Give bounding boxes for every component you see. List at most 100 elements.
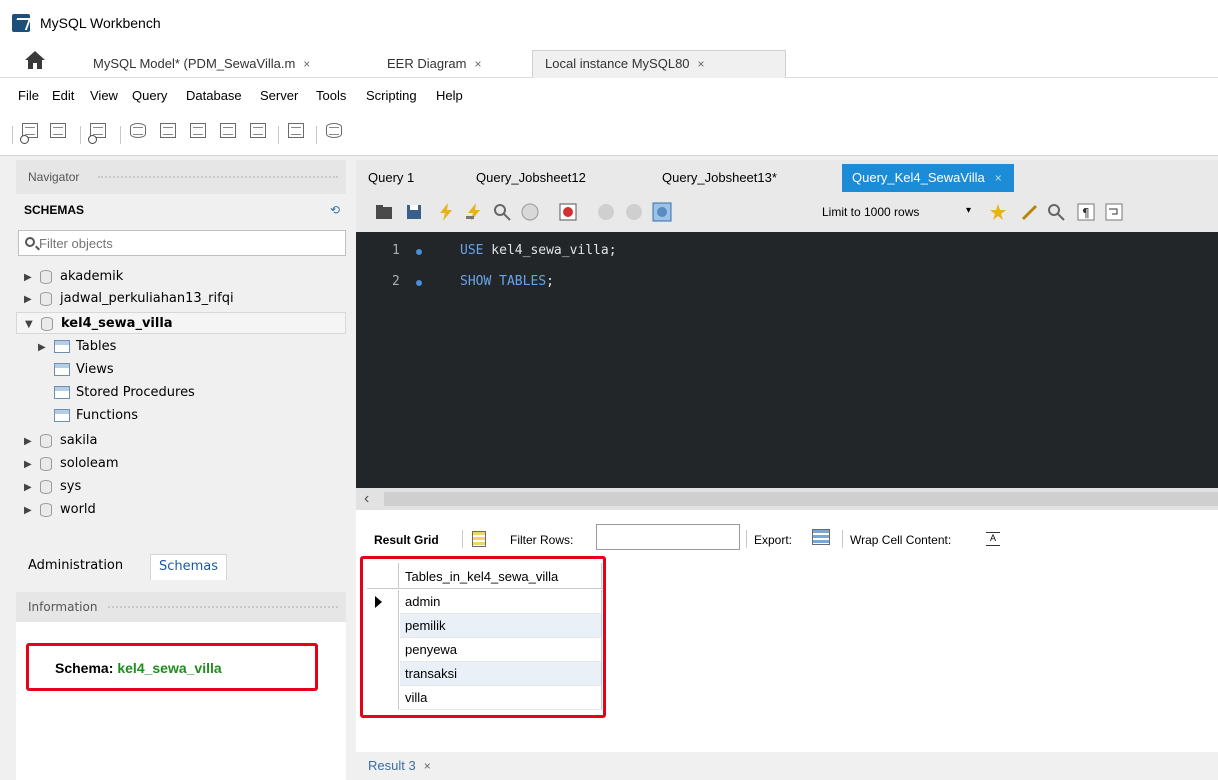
schema-akademik[interactable]: ▶ akademik <box>16 266 346 288</box>
editor-horizontal-scrollbar[interactable]: ‹ <box>356 488 1218 510</box>
schema-sakila[interactable]: ▶ sakila <box>16 430 346 452</box>
tab-query-1[interactable]: Query 1 <box>368 166 414 192</box>
schema-kel4-sewa-villa[interactable]: ▼ kel4_sewa_villa <box>16 312 346 334</box>
tab-query-kel4-sewavilla[interactable]: Query_Kel4_SewaVilla × <box>842 164 1014 192</box>
beautify-icon[interactable] <box>1020 202 1040 222</box>
schema-sololeam[interactable]: ▶ sololeam <box>16 453 346 475</box>
table-cell[interactable]: transaksi <box>400 662 602 686</box>
open-folder-icon[interactable] <box>374 202 394 222</box>
new-sql-tab-icon[interactable] <box>20 121 42 145</box>
save-icon[interactable] <box>404 202 424 222</box>
menu-edit[interactable]: Edit <box>52 88 74 103</box>
expand-arrow-icon[interactable]: ▶ <box>24 272 32 283</box>
table-cell[interactable]: pemilik <box>400 614 602 638</box>
menu-server[interactable]: Server <box>260 88 298 103</box>
close-icon[interactable]: × <box>698 57 705 71</box>
row-selector[interactable] <box>367 662 399 686</box>
expand-arrow-icon[interactable]: ▶ <box>24 482 32 493</box>
rollback-icon[interactable] <box>624 202 644 222</box>
close-icon[interactable]: × <box>474 57 481 71</box>
filter-rows-input[interactable] <box>596 524 740 550</box>
row-selector[interactable] <box>367 638 399 662</box>
tab-result-3[interactable]: Result 3 × <box>368 758 431 773</box>
create-procedure-icon[interactable] <box>218 121 240 145</box>
add-snippet-icon[interactable] <box>988 202 1008 222</box>
table-row[interactable]: pemilik <box>367 614 603 638</box>
inspector-icon[interactable] <box>88 121 110 145</box>
create-table-icon[interactable] <box>158 121 180 145</box>
table-row[interactable]: penyewa <box>367 638 603 662</box>
sql-editor[interactable]: 1 USE kel4_sewa_villa; 2 SHOW TABLES; <box>356 232 1218 488</box>
table-row[interactable]: admin <box>367 590 603 614</box>
tree-item-label: world <box>60 502 96 517</box>
toggle-error-icon[interactable] <box>558 202 578 222</box>
expand-arrow-icon[interactable]: ▶ <box>24 505 32 516</box>
schema-jadwal-perkuliahan13-rifqi[interactable]: ▶ jadwal_perkuliahan13_rifqi <box>16 288 346 310</box>
filter-objects-input[interactable] <box>39 234 339 252</box>
chevron-down-icon[interactable]: ▾ <box>966 205 971 216</box>
expand-arrow-icon[interactable]: ▶ <box>38 342 46 353</box>
refresh-icon[interactable]: ⟲ <box>330 203 344 217</box>
scroll-left-icon[interactable]: ‹ <box>364 490 369 508</box>
tree-item-functions[interactable]: Functions <box>16 405 346 427</box>
menu-help[interactable]: Help <box>436 88 463 103</box>
wrap-cell-content-icon[interactable]: A <box>986 532 1000 546</box>
create-function-icon[interactable] <box>248 121 270 145</box>
export-icon[interactable] <box>812 529 830 545</box>
wrap-lines-icon[interactable] <box>1104 202 1124 222</box>
table-cell[interactable]: penyewa <box>400 638 602 662</box>
menu-view[interactable]: View <box>90 88 118 103</box>
tab-schemas[interactable]: Schemas <box>150 554 228 580</box>
row-selector[interactable] <box>367 590 399 614</box>
schema-sys[interactable]: ▶ sys <box>16 476 346 498</box>
autocommit-icon[interactable] <box>652 202 672 222</box>
expand-arrow-icon[interactable]: ▶ <box>24 436 32 447</box>
row-selector[interactable] <box>367 686 399 710</box>
search-table-data-icon[interactable] <box>286 121 308 145</box>
tab-mysql-model[interactable]: MySQL Model* (PDM_SewaVilla.m × <box>80 50 362 78</box>
explain-icon[interactable] <box>492 202 512 222</box>
close-icon[interactable]: × <box>424 759 431 773</box>
menu-tools[interactable]: Tools <box>316 88 346 103</box>
close-icon[interactable]: × <box>995 171 1002 185</box>
reconnect-icon[interactable] <box>324 121 346 145</box>
menu-database[interactable]: Database <box>186 88 242 103</box>
scroll-track[interactable] <box>384 492 1218 506</box>
table-cell[interactable]: villa <box>400 686 602 710</box>
tree-item-views[interactable]: Views <box>16 359 346 381</box>
limit-rows-select[interactable]: Limit to 1000 rows <box>822 205 919 219</box>
menu-scripting[interactable]: Scripting <box>366 88 417 103</box>
row-selector[interactable] <box>367 614 399 638</box>
execute-current-icon[interactable] <box>464 202 484 222</box>
open-sql-script-icon[interactable] <box>48 121 70 145</box>
result-grid-label[interactable]: Result Grid <box>374 533 439 547</box>
tab-local-instance[interactable]: Local instance MySQL80 × <box>532 50 786 78</box>
table-cell[interactable]: admin <box>400 590 602 614</box>
invisible-chars-icon[interactable]: ¶ <box>1076 202 1096 222</box>
tab-eer-diagram[interactable]: EER Diagram × <box>374 50 524 78</box>
close-icon[interactable]: × <box>303 57 310 71</box>
find-icon[interactable] <box>1046 202 1066 222</box>
expand-arrow-icon[interactable]: ▶ <box>24 459 32 470</box>
collapse-arrow-icon[interactable]: ▼ <box>25 319 33 330</box>
home-tab[interactable] <box>24 50 48 72</box>
expand-arrow-icon[interactable]: ▶ <box>24 294 32 305</box>
menu-query[interactable]: Query <box>132 88 167 103</box>
create-view-icon[interactable] <box>188 121 210 145</box>
tab-query-jobsheet13[interactable]: Query_Jobsheet13* <box>662 166 777 192</box>
column-header[interactable]: Tables_in_kel4_sewa_villa <box>405 569 558 584</box>
schema-world[interactable]: ▶ world <box>16 499 346 521</box>
tree-item-tables[interactable]: ▶ Tables <box>16 336 346 358</box>
create-schema-icon[interactable] <box>128 121 150 145</box>
tab-administration[interactable]: Administration <box>28 558 123 573</box>
execute-icon[interactable] <box>436 202 456 222</box>
toolbar-separator <box>12 126 13 144</box>
commit-icon[interactable] <box>596 202 616 222</box>
table-row[interactable]: villa <box>367 686 603 710</box>
table-row[interactable]: transaksi <box>367 662 603 686</box>
grid-view-icon[interactable] <box>472 531 486 547</box>
stop-icon[interactable] <box>520 202 540 222</box>
tree-item-stored-procedures[interactable]: Stored Procedures <box>16 382 346 404</box>
tab-query-jobsheet12[interactable]: Query_Jobsheet12 <box>476 166 586 192</box>
menu-file[interactable]: File <box>18 88 39 103</box>
